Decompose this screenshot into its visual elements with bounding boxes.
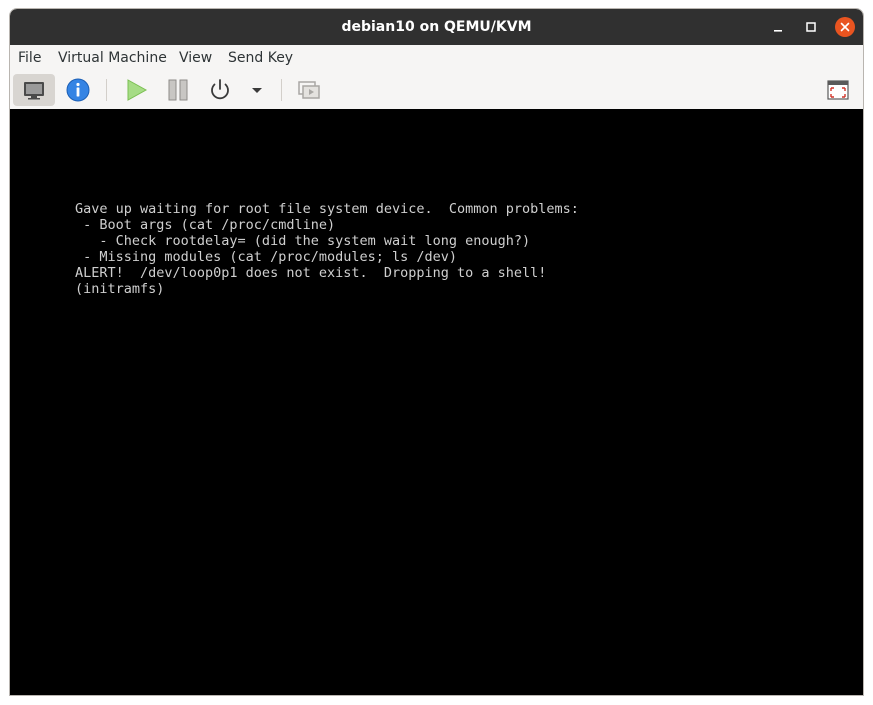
maximize-icon [806,22,816,32]
minimize-button[interactable] [768,17,788,37]
play-icon [127,79,148,101]
close-button[interactable] [835,17,855,37]
app-window: debian10 on QEMU/KVM File Virtual Machin… [9,8,864,696]
fullscreen-button[interactable] [822,74,854,106]
console-line: - Boot args (cat /proc/cmdline) [75,217,336,233]
titlebar[interactable]: debian10 on QEMU/KVM [10,9,863,45]
menu-send-key[interactable]: Send Key [228,45,293,71]
console-line: Gave up waiting for root file system dev… [75,201,579,217]
toolbar-separator [106,79,107,101]
close-icon [840,22,850,32]
power-icon [211,79,229,100]
window-title: debian10 on QEMU/KVM [341,19,532,35]
monitor-icon [24,82,44,100]
info-icon [66,78,90,102]
details-button[interactable] [62,74,94,106]
snapshots-button[interactable] [293,74,325,106]
menu-file[interactable]: File [18,45,41,71]
snapshots-icon [298,81,320,99]
fullscreen-icon [827,80,849,100]
chevron-down-icon [252,88,262,93]
shutdown-menu-button[interactable] [247,74,267,106]
toolbar-separator [281,79,282,101]
minimize-icon [774,30,782,32]
console-output: Gave up waiting for root file system dev… [75,201,579,297]
console-view-button[interactable] [13,74,55,106]
shutdown-button[interactable] [204,74,236,106]
maximize-button[interactable] [801,17,821,37]
toolbar [10,71,863,109]
menu-virtual-machine[interactable]: Virtual Machine [58,45,167,71]
console-line: - Check rootdelay= (did the system wait … [75,233,531,249]
menu-view[interactable]: View [179,45,212,71]
console-prompt[interactable]: (initramfs) [75,281,164,297]
menubar: File Virtual Machine View Send Key [10,45,863,72]
console-line: - Missing modules (cat /proc/modules; ls… [75,249,458,265]
run-button[interactable] [120,74,152,106]
console-line: ALERT! /dev/loop0p1 does not exist. Drop… [75,265,547,281]
vm-console-display[interactable]: Gave up waiting for root file system dev… [10,109,863,695]
pause-icon [168,79,188,101]
pause-button[interactable] [163,74,195,106]
